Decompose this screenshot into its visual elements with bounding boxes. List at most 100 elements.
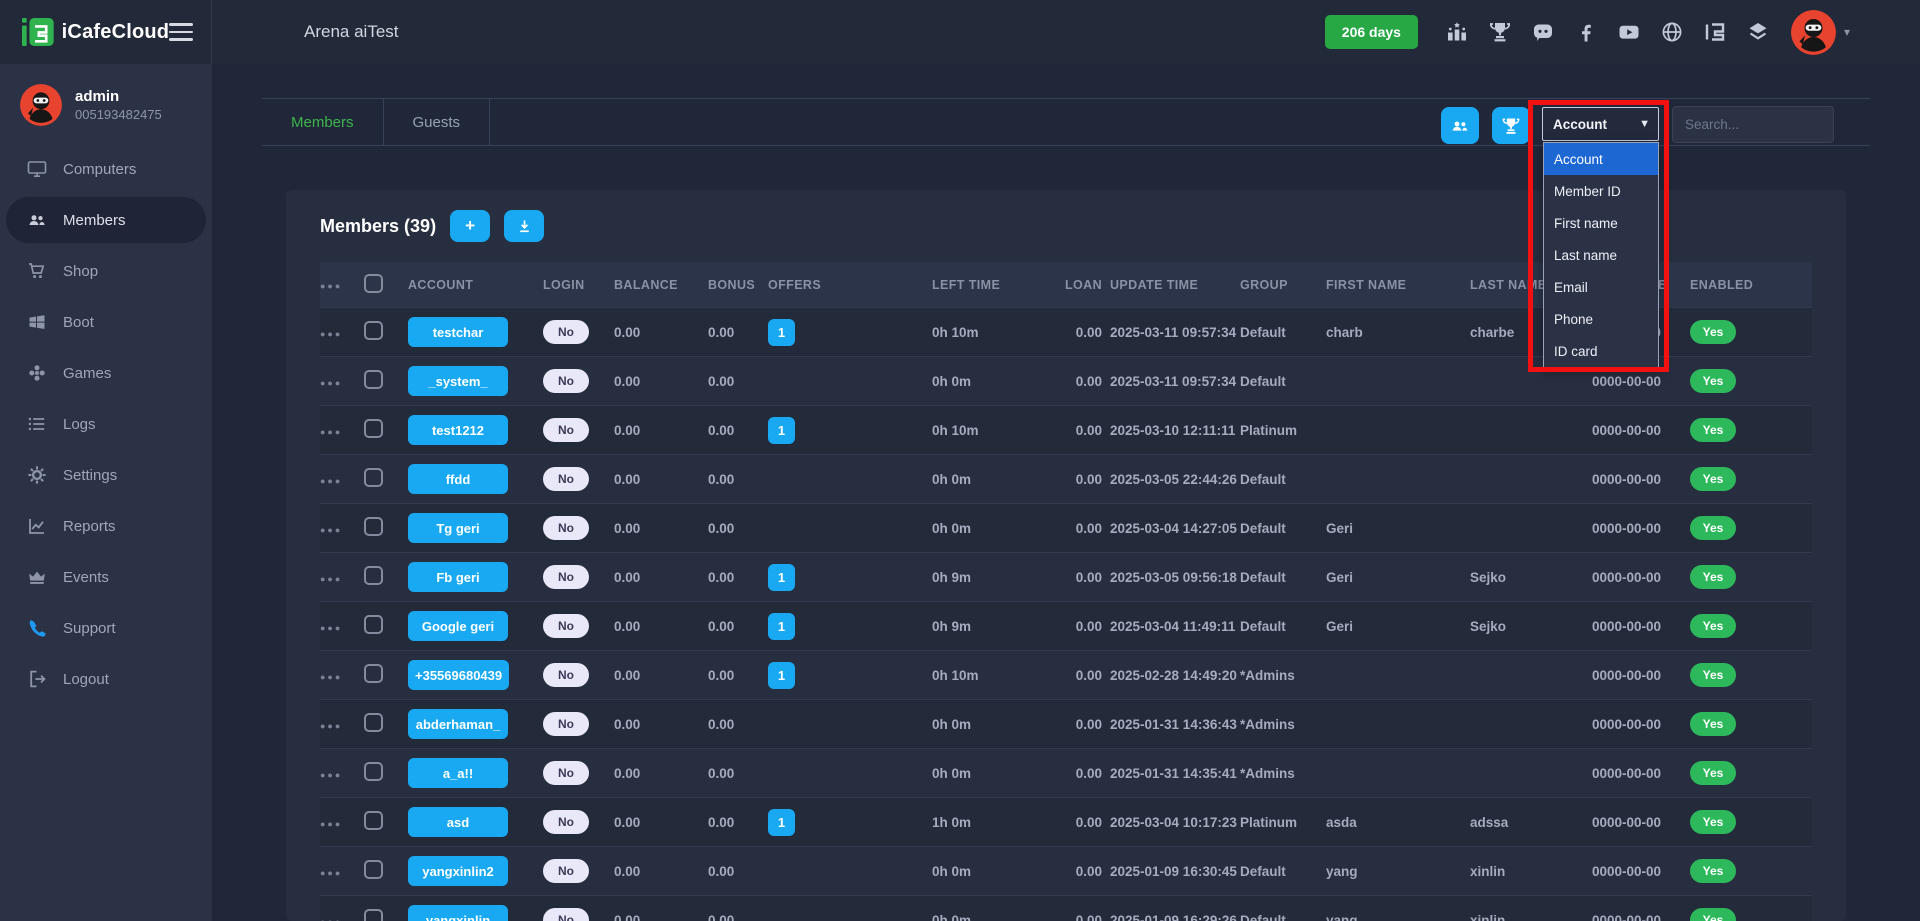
- account-button[interactable]: Fb geri: [408, 562, 508, 592]
- sidebar-item-boot[interactable]: Boot: [6, 299, 206, 345]
- sidebar-item-reports[interactable]: Reports: [6, 503, 206, 549]
- select-all-checkbox[interactable]: [364, 274, 383, 293]
- cell-first_name: asda: [1324, 815, 1470, 830]
- row-actions-button[interactable]: ●●●: [320, 378, 342, 388]
- sidebar-item-games[interactable]: Games: [6, 350, 206, 396]
- filter-option-last-name[interactable]: Last name: [1544, 239, 1658, 271]
- table-row[interactable]: ●●●abderhaman_No0.000.000h 0m0.002025-01…: [320, 699, 1812, 748]
- offers-count-badge: 1: [768, 809, 795, 836]
- account-button[interactable]: yangxinlin2: [408, 856, 508, 886]
- row-checkbox[interactable]: [364, 419, 383, 438]
- user-menu-chevron-down-icon[interactable]: ▾: [1844, 25, 1850, 39]
- filter-option-account[interactable]: Account: [1544, 143, 1658, 175]
- filter-option-first-name[interactable]: First name: [1544, 207, 1658, 239]
- account-button[interactable]: _system_: [408, 366, 508, 396]
- export-members-button[interactable]: [504, 210, 544, 242]
- sidebar-item-members[interactable]: Members: [6, 197, 206, 243]
- row-actions-button[interactable]: ●●●: [320, 868, 342, 878]
- row-checkbox[interactable]: [364, 713, 383, 732]
- account-button[interactable]: testchar: [408, 317, 508, 347]
- table-row[interactable]: ●●●+35569680439No0.000.0010h 10m0.002025…: [320, 650, 1812, 699]
- account-button[interactable]: abderhaman_: [408, 709, 508, 739]
- row-actions-button[interactable]: ●●●: [320, 917, 342, 921]
- row-checkbox[interactable]: [364, 762, 383, 781]
- youtube-icon[interactable]: [1616, 19, 1642, 45]
- sidebar-item-logs[interactable]: Logs: [6, 401, 206, 447]
- cell-checkbox: [364, 370, 408, 392]
- facebook-icon[interactable]: [1573, 19, 1599, 45]
- row-actions-button[interactable]: ●●●: [320, 819, 342, 829]
- cell-group: Platinum: [1240, 815, 1324, 830]
- sidebar-item-label: Logs: [63, 416, 96, 433]
- table-row[interactable]: ●●●a_a!!No0.000.000h 0m0.002025-01-31 14…: [320, 748, 1812, 797]
- table-row[interactable]: ●●●asdNo0.000.0011h 0m0.002025-03-04 10:…: [320, 797, 1812, 846]
- table-row[interactable]: ●●●Google geriNo0.000.0010h 9m0.002025-0…: [320, 601, 1812, 650]
- filter-option-member-id[interactable]: Member ID: [1544, 175, 1658, 207]
- icafecloud-icon[interactable]: [1702, 19, 1728, 45]
- row-checkbox[interactable]: [364, 615, 383, 634]
- filter-option-id-card[interactable]: ID card: [1544, 335, 1658, 367]
- row-actions-button[interactable]: ●●●: [320, 574, 342, 584]
- layers-icon[interactable]: [1745, 19, 1771, 45]
- table-row[interactable]: ●●●test1212No0.000.0010h 10m0.002025-03-…: [320, 405, 1812, 454]
- row-actions-button[interactable]: ●●●: [320, 427, 342, 437]
- row-actions-button[interactable]: ●●●: [320, 281, 342, 291]
- row-actions-button[interactable]: ●●●: [320, 770, 342, 780]
- row-actions-button[interactable]: ●●●: [320, 672, 342, 682]
- table-row[interactable]: ●●●Tg geriNo0.000.000h 0m0.002025-03-04 …: [320, 503, 1812, 552]
- row-checkbox[interactable]: [364, 370, 383, 389]
- sidebar-item-settings[interactable]: Settings: [6, 452, 206, 498]
- sidebar-item-events[interactable]: Events: [6, 554, 206, 600]
- account-button[interactable]: ffdd: [408, 464, 508, 494]
- user-avatar[interactable]: [1791, 10, 1836, 55]
- ranking-icon[interactable]: [1444, 19, 1470, 45]
- table-row[interactable]: ●●●ffddNo0.000.000h 0m0.002025-03-05 22:…: [320, 454, 1812, 503]
- hamburger-menu-icon[interactable]: [169, 23, 193, 41]
- account-button[interactable]: yangxinlin: [408, 905, 508, 921]
- cell-update_time: 2025-03-04 10:17:23: [1104, 815, 1240, 830]
- row-checkbox[interactable]: [364, 811, 383, 830]
- row-actions-button[interactable]: ●●●: [320, 525, 342, 535]
- table-row[interactable]: ●●●yangxinlinNo0.000.000h 0m0.002025-01-…: [320, 895, 1812, 921]
- row-actions-button[interactable]: ●●●: [320, 329, 342, 339]
- discord-icon[interactable]: [1530, 19, 1556, 45]
- row-checkbox[interactable]: [364, 664, 383, 683]
- account-button[interactable]: a_a!!: [408, 758, 508, 788]
- row-checkbox[interactable]: [364, 468, 383, 487]
- tab-members[interactable]: Members: [262, 99, 384, 145]
- add-member-button[interactable]: +: [450, 210, 490, 242]
- row-actions-button[interactable]: ●●●: [320, 623, 342, 633]
- row-checkbox[interactable]: [364, 321, 383, 340]
- table-row[interactable]: ●●●Fb geriNo0.000.0010h 9m0.002025-03-05…: [320, 552, 1812, 601]
- sidebar-item-shop[interactable]: Shop: [6, 248, 206, 294]
- sidebar-profile[interactable]: admin 005193482475: [0, 64, 212, 146]
- row-checkbox[interactable]: [364, 566, 383, 585]
- filter-field-select[interactable]: Account ▼: [1542, 107, 1659, 141]
- row-checkbox[interactable]: [364, 517, 383, 536]
- filter-option-email[interactable]: Email: [1544, 271, 1658, 303]
- account-button[interactable]: Tg geri: [408, 513, 508, 543]
- filter-trophy-button[interactable]: [1492, 107, 1530, 144]
- cell-checkbox: [364, 664, 408, 686]
- filter-members-button[interactable]: [1441, 107, 1479, 144]
- search-input[interactable]: [1672, 106, 1834, 143]
- sidebar-item-support[interactable]: Support: [6, 605, 206, 651]
- trophy-icon: [1501, 116, 1521, 136]
- cell-offers: 1: [768, 319, 928, 346]
- account-button[interactable]: Google geri: [408, 611, 508, 641]
- filter-option-phone[interactable]: Phone: [1544, 303, 1658, 335]
- row-checkbox[interactable]: [364, 909, 383, 921]
- tab-guests[interactable]: Guests: [384, 99, 491, 145]
- globe-icon[interactable]: [1659, 19, 1685, 45]
- sidebar-item-logout[interactable]: Logout: [6, 656, 206, 702]
- row-actions-button[interactable]: ●●●: [320, 721, 342, 731]
- license-days-badge[interactable]: 206 days: [1325, 15, 1418, 49]
- trophy-icon[interactable]: [1487, 19, 1513, 45]
- row-actions-button[interactable]: ●●●: [320, 476, 342, 486]
- table-row[interactable]: ●●●yangxinlin2No0.000.000h 0m0.002025-01…: [320, 846, 1812, 895]
- account-button[interactable]: +35569680439: [408, 660, 509, 690]
- account-button[interactable]: asd: [408, 807, 508, 837]
- account-button[interactable]: test1212: [408, 415, 508, 445]
- sidebar-item-computers[interactable]: Computers: [6, 146, 206, 192]
- row-checkbox[interactable]: [364, 860, 383, 879]
